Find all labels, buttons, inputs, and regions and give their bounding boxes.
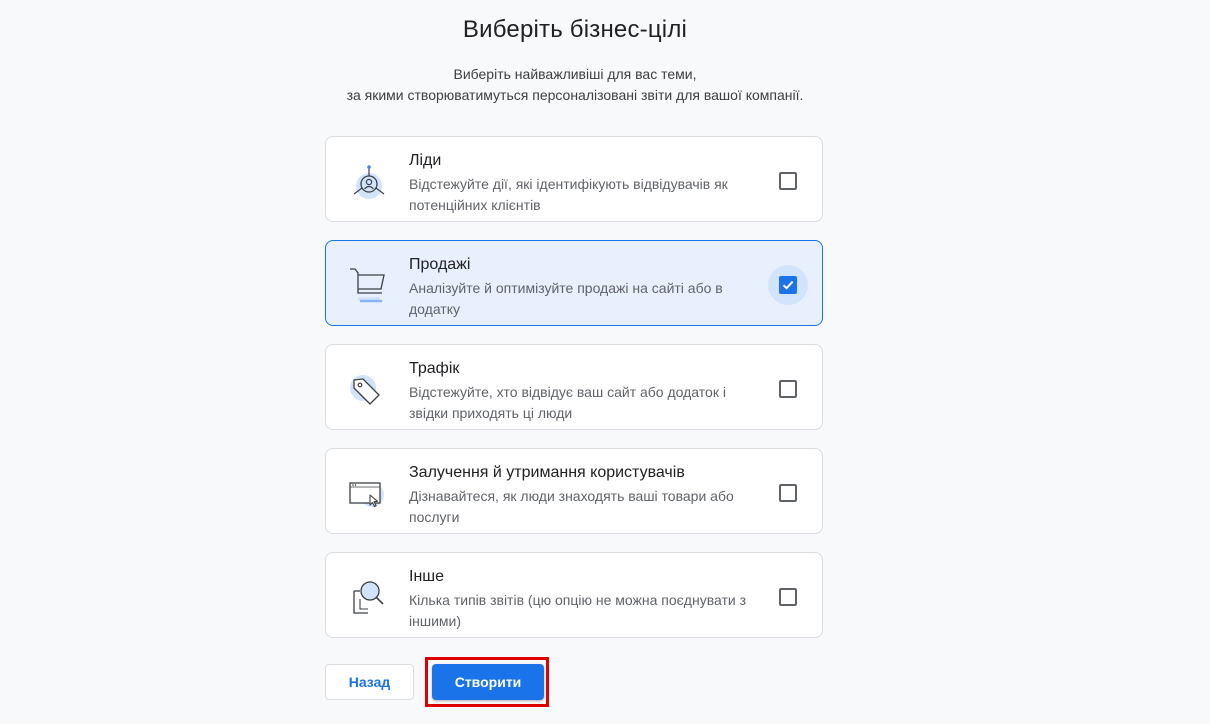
tag-icon xyxy=(350,375,380,405)
option-title: Залучення й утримання користувачів xyxy=(409,464,685,481)
checkbox-checked xyxy=(779,276,797,294)
option-card-leads[interactable]: Ліди Відстежуйте дії, які ідентифікують … xyxy=(325,136,823,222)
option-title: Інше xyxy=(409,568,445,585)
option-title: Продажі xyxy=(409,256,471,273)
option-checkbox-engagement[interactable] xyxy=(768,473,808,513)
option-description: Кілька типів звітів (цю опцію не можна п… xyxy=(409,592,747,629)
checkmark-icon xyxy=(782,280,794,290)
option-description: Відстежуйте, хто відвідує ваш сайт або д… xyxy=(409,384,726,421)
option-card-sales[interactable]: Продажі Аналізуйте й оптимізуйте продажі… xyxy=(325,240,823,326)
checkbox-unchecked xyxy=(779,172,797,190)
checkbox-unchecked xyxy=(779,484,797,502)
option-checkbox-traffic[interactable] xyxy=(768,369,808,409)
checkbox-unchecked xyxy=(779,588,797,606)
browser-cursor-icon xyxy=(349,482,384,508)
create-button[interactable]: Створити xyxy=(432,664,544,700)
option-checkbox-sales[interactable] xyxy=(768,265,808,305)
option-title: Ліди xyxy=(409,152,442,169)
subtitle-line-1: Виберіть найважливіші для вас теми, xyxy=(453,66,697,82)
option-card-other[interactable]: Інше Кілька типів звітів (цю опцію не мо… xyxy=(325,552,823,638)
option-card-traffic[interactable]: Трафік Відстежуйте, хто відвідує ваш сай… xyxy=(325,344,823,430)
option-title: Трафік xyxy=(409,360,460,377)
page-subtitle: Виберіть найважливіші для вас теми, за я… xyxy=(0,64,1150,106)
back-button[interactable]: Назад xyxy=(325,664,414,700)
option-description: Аналізуйте й оптимізуйте продажі на сайт… xyxy=(409,280,723,317)
option-checkbox-other[interactable] xyxy=(768,577,808,617)
option-card-engagement[interactable]: Залучення й утримання користувачів Дізна… xyxy=(325,448,823,534)
leads-icon xyxy=(353,165,385,199)
page-title: Виберіть бізнес-цілі xyxy=(462,16,688,43)
option-description: Відстежуйте дії, які ідентифікують відві… xyxy=(409,176,728,213)
option-description: Дізнавайтеся, як люди знаходять ваші тов… xyxy=(409,488,734,525)
checkbox-unchecked xyxy=(779,380,797,398)
shopping-cart-icon xyxy=(350,268,385,303)
subtitle-line-2: за якими створюватимуться персоналізован… xyxy=(346,87,804,103)
magnifier-icon xyxy=(353,581,384,614)
option-checkbox-leads[interactable] xyxy=(768,161,808,201)
